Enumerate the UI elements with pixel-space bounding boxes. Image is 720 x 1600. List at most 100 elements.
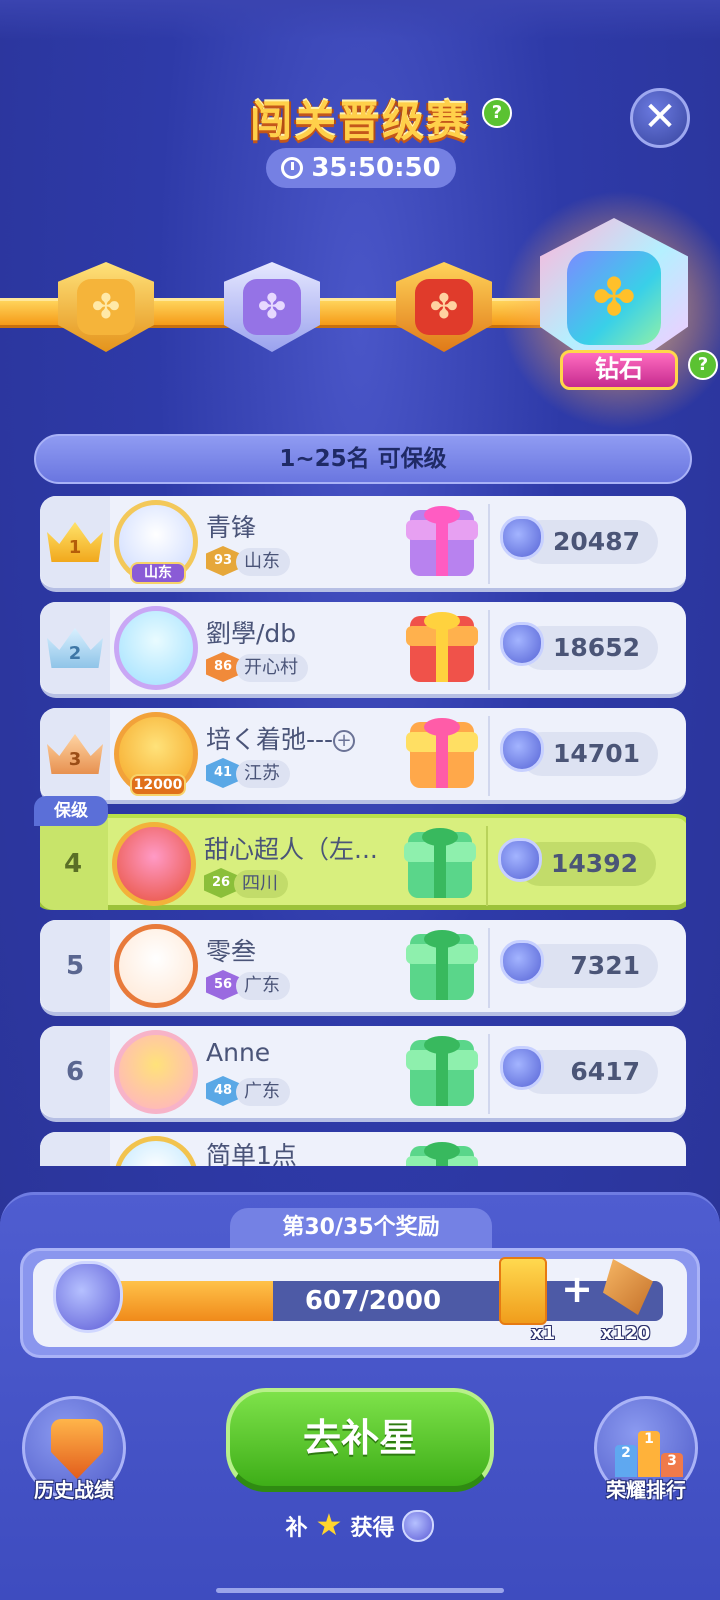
player-name: 劉學/db [206,619,297,648]
gift-box-icon[interactable] [406,718,478,788]
leaderboard-row[interactable]: 2 劉學/db 86 开心村 18652 [40,602,686,698]
rank-cell: 2 [40,602,110,694]
reward-item-2-qty: x120 [601,1323,651,1344]
go-earn-stars-button[interactable]: 去补星 [226,1388,494,1492]
bronze-crown-icon: 3 [47,734,103,774]
current-tier-label: 钻石 [560,350,678,390]
level-badge: 41 [206,758,240,788]
reward-progress-text: 607/2000 [304,1286,442,1316]
top-glow [0,0,720,40]
region-label: 开心村 [236,654,308,682]
leaderboard-list[interactable]: 1 山东 青锋 93 山东 20487 2 劉學/db 86 开心村 18652… [40,496,686,1166]
add-friend-icon[interactable]: + [333,730,356,752]
tier-badge-silver[interactable]: ✤ [224,262,320,352]
star-bag-icon [500,940,544,984]
level-badge: 48 [206,1076,240,1106]
home-indicator [216,1588,504,1593]
clock-icon [281,157,304,179]
divider [488,610,490,690]
timer-value: 35:50:50 [311,153,441,183]
leaderboard-row[interactable]: 5 零叁 56 广东 7321 [40,920,686,1016]
reward-progress-box[interactable]: 607/2000 x1 + x120 [20,1248,700,1358]
avatar[interactable] [114,1030,198,1114]
rank-cell: 1 [40,496,110,588]
plus-icon: + [561,1267,593,1311]
avatar-score-tag: 12000 [130,774,186,796]
divider [486,826,488,906]
safe-zone-header: 1~25名 可保级 [34,434,692,484]
level-badge: 56 [206,970,240,1000]
tier-badge-bronze[interactable]: ✤ [58,262,154,352]
reward-tab: 第30/35个奖励 [230,1208,492,1248]
tier-help-icon[interactable]: ? [688,350,718,380]
gift-box-icon[interactable] [406,1142,478,1166]
avatar[interactable] [114,606,198,690]
star-bag-icon [402,1509,435,1542]
player-name: 青锋 [206,513,257,542]
countdown-timer: 35:50:50 [266,148,456,188]
star-bag-icon [500,622,544,666]
level-badge: 93 [206,546,240,576]
player-name: 零叁 [206,937,257,966]
leaderboard-row[interactable]: 简单1点 [40,1132,686,1166]
hint-suffix: 获得 [350,1515,395,1541]
clover-icon: ✤ [77,279,135,335]
player-name-text: 培く着弛--- [206,725,334,754]
region-label: 山东 [236,548,290,576]
star-bag-icon [500,1046,544,1090]
reward-item-1-qty: x1 [531,1323,556,1344]
leaderboard-row[interactable]: 1 山东 青锋 93 山东 20487 [40,496,686,592]
rank-cell: 5 [40,920,110,1012]
star-bag-icon [500,728,544,772]
help-icon[interactable]: ? [482,98,512,128]
region-label: 广东 [236,972,290,1000]
gift-box-icon[interactable] [406,612,478,682]
hint-prefix: 补 [285,1515,308,1541]
chip-bag-icon[interactable] [499,1257,547,1325]
divider [488,716,490,796]
gift-box-icon[interactable] [406,930,478,1000]
protect-tag: 保级 [34,796,108,826]
avatar-region-tag: 山东 [130,562,186,584]
leaderboard-row[interactable]: 6 Anne 48 广东 6417 [40,1026,686,1122]
history-label[interactable]: 历史战绩 [9,1474,139,1503]
gift-box-icon[interactable] [406,1036,478,1106]
player-name: 甜心超人（左... [204,835,378,864]
gift-box-icon[interactable] [406,506,478,576]
gold-crown-icon: 1 [47,522,103,562]
star-bag-icon [498,838,542,882]
divider [488,1034,490,1114]
rank-cell [40,1132,110,1166]
tier-badge-gold[interactable]: ✤ [396,262,492,352]
divider [488,928,490,1008]
hint-row: 补 ★ 获得 [0,1508,720,1543]
star-bag-icon [53,1261,123,1333]
level-badge: 26 [204,868,238,898]
trophy-icon [51,1419,103,1479]
page-title: 闯关晋级赛 [249,97,470,146]
clover-icon: ✤ [243,279,301,335]
leaderboard-row[interactable]: 3 12000 培く着弛--- + 41 江苏 14701 [40,708,686,804]
avatar[interactable] [114,1136,198,1166]
player-name: 培く着弛--- + [206,720,356,756]
level-badge: 86 [206,652,240,682]
avatar[interactable] [112,822,196,906]
leaderboard-row-self[interactable]: 4 甜心超人（左... 26 四川 14392 [40,814,686,910]
reward-progress-fill [103,1281,273,1321]
ranking-label[interactable]: 荣耀排行 [581,1474,711,1503]
rank-cell: 4 [40,818,108,910]
region-label: 江苏 [236,760,290,788]
player-name: Anne [206,1038,271,1067]
divider [488,504,490,584]
rank-cell: 3 [40,708,110,800]
region-label: 广东 [236,1078,290,1106]
region-label: 四川 [234,870,288,898]
avatar[interactable] [114,924,198,1008]
player-name: 简单1点 [206,1141,297,1166]
silver-crown-icon: 2 [47,628,103,668]
star-icon: ★ [315,1508,343,1543]
close-button[interactable]: ✕ [630,88,690,148]
podium-icon: 2 1 3 [615,1423,683,1477]
gift-box-icon[interactable] [404,828,476,898]
clover-icon: ✤ [567,251,661,345]
